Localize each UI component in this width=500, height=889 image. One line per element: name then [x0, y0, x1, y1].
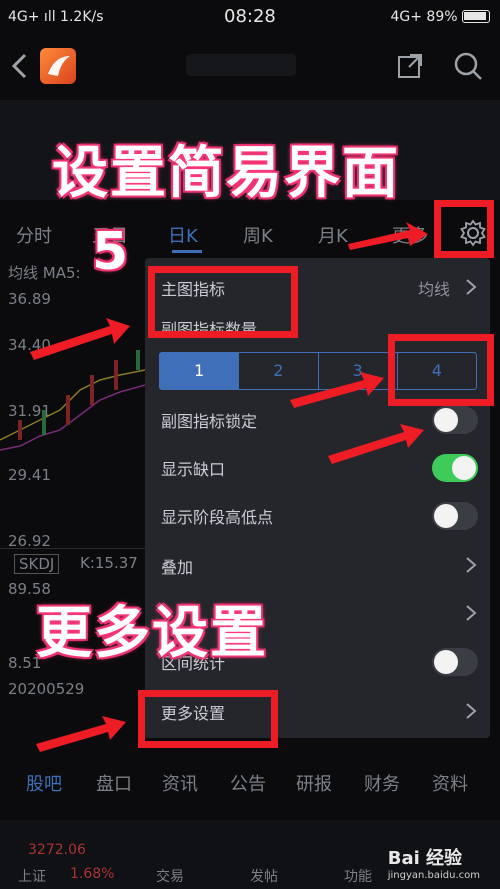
info-tabs: 股吧 盘口 资讯 公告 研报 财务 资料	[0, 760, 500, 804]
post-button[interactable]: 发帖	[250, 866, 278, 886]
bottom-bar: 3272.06 上证 1.68% 交易 发帖 功能 Bai 经验 jingyan…	[0, 820, 500, 889]
arrow	[36, 716, 126, 752]
index-change: 1.68%	[70, 866, 115, 882]
tab-research[interactable]: 研报	[296, 770, 332, 796]
annotation-arrows	[30, 222, 428, 752]
baidu-watermark: Bai 经验 jingyan.baidu.com	[387, 848, 480, 881]
tab-guba[interactable]: 股吧	[26, 770, 62, 796]
index-name: 上证	[18, 869, 46, 885]
arrow	[348, 222, 428, 250]
tab-pankou[interactable]: 盘口	[96, 770, 132, 796]
tab-announce[interactable]: 公告	[230, 770, 266, 796]
tab-news[interactable]: 资讯	[162, 770, 198, 796]
tab-finance[interactable]: 财务	[364, 770, 400, 796]
arrow	[30, 318, 130, 360]
function-button[interactable]: 功能	[344, 866, 372, 886]
arrow	[328, 424, 424, 464]
tab-profile[interactable]: 资料	[432, 770, 468, 796]
arrow	[290, 372, 384, 408]
index-value: 3272.06	[28, 842, 86, 858]
trade-button[interactable]: 交易	[156, 866, 184, 886]
